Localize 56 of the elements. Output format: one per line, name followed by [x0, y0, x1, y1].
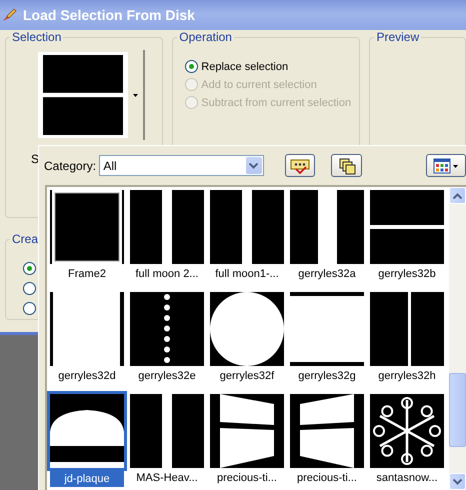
- radio-button[interactable]: [23, 262, 36, 275]
- item-label[interactable]: full moon 2...: [134, 266, 200, 282]
- window-title: Load Selection From Disk: [23, 7, 195, 23]
- item-label[interactable]: jd-plaque: [50, 471, 124, 487]
- item-label[interactable]: gerryles32f: [218, 368, 276, 384]
- caret-icon[interactable]: [133, 94, 138, 96]
- item-label[interactable]: MAS-Heav...: [134, 470, 200, 486]
- mask-thumbnail[interactable]: [130, 292, 204, 366]
- group-label: Operation: [178, 30, 233, 44]
- scroll-up-button[interactable]: [449, 187, 466, 204]
- category-label: Category:: [44, 158, 98, 172]
- mask-thumbnail[interactable]: [370, 394, 444, 468]
- mask-thumbnail[interactable]: [130, 190, 204, 264]
- item-label[interactable]: precious-ti...: [215, 470, 279, 486]
- item-label[interactable]: gerryles32b: [376, 266, 438, 282]
- checklist-icon: [290, 158, 310, 174]
- mask-thumbnail[interactable]: [50, 190, 124, 264]
- option-label[interactable]: Replace selection: [201, 60, 288, 72]
- mask-thumbnail[interactable]: [370, 190, 444, 264]
- mask-thumbnail[interactable]: [130, 394, 204, 468]
- mask-thumbnail[interactable]: [370, 292, 444, 366]
- edit-selection-button[interactable]: [284, 154, 316, 177]
- mask-thumbnail[interactable]: [50, 394, 124, 468]
- scrollbar[interactable]: [449, 187, 466, 490]
- radio-button[interactable]: [185, 60, 198, 73]
- item-label[interactable]: santasnow...: [374, 470, 440, 486]
- scroll-thumb[interactable]: [449, 373, 466, 447]
- item-label[interactable]: gerryles32a: [296, 266, 358, 282]
- radio-button[interactable]: [23, 302, 36, 315]
- copy-icon: [338, 156, 356, 174]
- radio-button[interactable]: [23, 282, 36, 295]
- mask-thumbnail[interactable]: [50, 292, 124, 366]
- brush-icon: [1, 7, 17, 23]
- mask-thumbnail[interactable]: [290, 292, 364, 366]
- item-label[interactable]: gerryles32h: [376, 368, 438, 384]
- grid-view-icon: [433, 158, 460, 174]
- item-label[interactable]: Frame2: [66, 266, 108, 282]
- option-label: S: [31, 152, 40, 166]
- item-label[interactable]: gerryles32d: [56, 368, 118, 384]
- copy-button[interactable]: [331, 154, 362, 177]
- category-dropdown[interactable]: All: [99, 155, 264, 176]
- item-label[interactable]: gerryles32g: [296, 368, 358, 384]
- mask-thumbnail[interactable]: [290, 190, 364, 264]
- mask-thumbnail[interactable]: [210, 394, 284, 468]
- group-label: Preview: [375, 30, 420, 44]
- item-label[interactable]: precious-ti...: [295, 470, 359, 486]
- mask-thumbnail[interactable]: [210, 190, 284, 264]
- item-label[interactable]: gerryles32e: [136, 368, 198, 384]
- view-options-button[interactable]: [426, 154, 466, 177]
- mask-thumbnail[interactable]: [290, 394, 364, 468]
- mask-thumbnail[interactable]: [210, 292, 284, 366]
- group-label: Crea: [11, 232, 40, 246]
- group-label: Selection: [11, 30, 62, 44]
- scroll-down-button[interactable]: [449, 473, 466, 490]
- item-label[interactable]: full moon1-...: [213, 266, 281, 282]
- selection-preview[interactable]: [38, 52, 128, 138]
